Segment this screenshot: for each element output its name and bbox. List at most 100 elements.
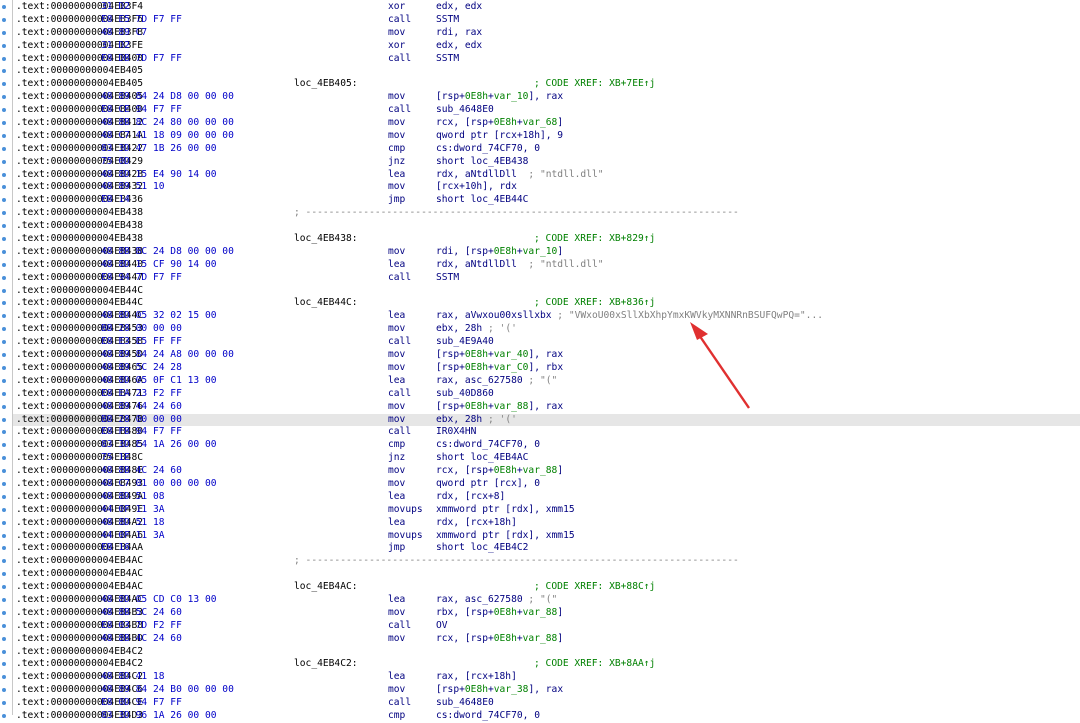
operands[interactable]: sub_40D860 (436, 388, 494, 401)
code-row[interactable]: .text:00000000004EB432 48 89 51 10 mov [rcx… (2, 181, 1080, 194)
code-row[interactable]: .text:00000000004EB46A 48 8D 05 0F C1 13 … (2, 375, 1080, 388)
operands[interactable]: cs:dword_74CF70, 0 (436, 710, 540, 723)
operands[interactable]: cs:dword_74CF70, 0 (436, 143, 540, 156)
operands[interactable]: sub_4E9A40 (436, 336, 494, 349)
code-row[interactable]: .text:00000000004EB4AC (2, 568, 1080, 581)
code-label[interactable]: loc_4EB438: (294, 233, 358, 246)
address[interactable]: .text:00000000004EB44C (16, 297, 143, 310)
code-row[interactable]: .text:00000000004EB44C 48 8D 05 32 02 15 … (2, 310, 1080, 323)
operands[interactable]: rdi, [rsp+0E8h+var_10] (436, 246, 563, 259)
operands[interactable]: rdx, aNtdllDll ; "ntdll.dll" (436, 169, 604, 182)
code-row[interactable]: .text:00000000004EB429 75 0D jnz short loc_… (2, 156, 1080, 169)
code-row[interactable]: .text:00000000004EB440 48 8D 15 CF 90 14 … (2, 259, 1080, 272)
code-row[interactable]: .text:00000000004EB4CE E8 0D 94 F7 FF call… (2, 697, 1080, 710)
code-label[interactable]: loc_4EB44C: (294, 297, 358, 310)
address[interactable]: .text:00000000004EB438 (16, 207, 143, 220)
code-row[interactable]: .text:00000000004EB3F6 E8 E5 7D F7 FF call… (2, 14, 1080, 27)
code-row[interactable]: .text:00000000004EB438 48 8B BC 24 D8 00 … (2, 246, 1080, 259)
code-row[interactable]: .text:00000000004EB400 E8 DB 7D F7 FF call… (2, 53, 1080, 66)
label-row[interactable]: .text:00000000004EB405 loc_4EB405: ; CODE … (2, 78, 1080, 91)
label-row[interactable]: .text:00000000004EB438 loc_4EB438: ; CODE … (2, 233, 1080, 246)
code-row[interactable]: .text:00000000004EB4B3 48 8B 5C 24 60 mov r… (2, 607, 1080, 620)
operands[interactable]: rax, asc_627580 ; "(" (436, 375, 557, 388)
operands[interactable]: rax, [rcx+18h] (436, 671, 517, 684)
code-row[interactable]: .text:00000000004EB447 E8 94 7D F7 FF call… (2, 272, 1080, 285)
code-row[interactable]: .text:00000000004EB4C2 (2, 646, 1080, 659)
address[interactable]: .text:00000000004EB4AC (16, 568, 143, 581)
address[interactable]: .text:00000000004EB405 (16, 78, 143, 91)
operands[interactable]: rdx, aNtdllDll ; "ntdll.dll" (436, 259, 604, 272)
xref-comment[interactable]: ; CODE XREF: XB+836↑j (534, 297, 655, 310)
code-row[interactable]: .text:00000000004EB48C 75 1E jnz short loc_… (2, 452, 1080, 465)
xref-comment[interactable]: ; CODE XREF: XB+829↑j (534, 233, 655, 246)
code-row[interactable]: .text:00000000004EB4C2 48 8D 41 18 lea rax,… (2, 671, 1080, 684)
operands[interactable]: short loc_4EB4C2 (436, 542, 528, 555)
operands[interactable]: edx, edx (436, 1, 482, 14)
operands[interactable]: sub_4648E0 (436, 104, 494, 117)
address[interactable]: .text:00000000004EB44C (16, 285, 143, 298)
code-row[interactable]: .text:00000000004EB493 48 C7 01 00 00 00 … (2, 478, 1080, 491)
code-label[interactable]: loc_4EB4AC: (294, 581, 358, 594)
code-row[interactable]: .text:00000000004EB3FE 31 D2 xor edx, edx (2, 40, 1080, 53)
operands[interactable]: rbx, [rsp+0E8h+var_88] (436, 607, 563, 620)
operands[interactable]: rdx, [rcx+8] (436, 491, 505, 504)
operands[interactable]: short loc_4EB44C (436, 194, 528, 207)
code-row[interactable]: .text:00000000004EB476 48 89 44 24 60 mov[… (2, 401, 1080, 414)
code-row[interactable]: .text:00000000004EB42B 48 8D 15 E4 90 14 … (2, 169, 1080, 182)
code-row[interactable]: .text:00000000004EB422 83 3D 47 1B 26 00 … (2, 143, 1080, 156)
operands[interactable]: [rsp+0E8h+var_38], rax (436, 684, 563, 697)
separator-row[interactable]: .text:00000000004EB438 ; ----------------… (2, 207, 1080, 220)
xref-comment[interactable]: ; CODE XREF: XB+88C↑j (534, 581, 655, 594)
code-row[interactable]: .text:00000000004EB485 83 3D E4 1A 26 00 … (2, 439, 1080, 452)
breakpoint-gutter[interactable] (0, 0, 12, 715)
code-row[interactable]: .text:00000000004EB405 (2, 65, 1080, 78)
operands[interactable]: sub_4648E0 (436, 697, 494, 710)
xref-comment[interactable]: ; CODE XREF: XB+7EE↑j (534, 78, 655, 91)
operands[interactable]: rcx, [rsp+0E8h+var_68] (436, 117, 563, 130)
code-row[interactable]: .text:00000000004EB41A 48 C7 41 18 09 00 … (2, 130, 1080, 143)
code-row[interactable]: .text:00000000004EB3F4 31 D2 xor edx, edx (2, 1, 1080, 14)
code-row[interactable]: .text:00000000004EB4C6 48 89 84 24 B0 00 … (2, 684, 1080, 697)
code-row[interactable]: .text:00000000004EB40D E8 CE 94 F7 FF call… (2, 104, 1080, 117)
operands[interactable]: cs:dword_74CF70, 0 (436, 439, 540, 452)
code-row[interactable]: .text:00000000004EB4A2 48 8D 51 18 lea rdx,… (2, 517, 1080, 530)
code-row[interactable]: .text:00000000004EB471 E8 EA 23 F2 FF call… (2, 388, 1080, 401)
operands[interactable]: [rsp+0E8h+var_C0], rbx (436, 362, 563, 375)
code-row[interactable]: .text:00000000004EB436 EB 14 jmp short loc_… (2, 194, 1080, 207)
operands[interactable]: edx, edx (436, 40, 482, 53)
operands[interactable]: [rsp+0E8h+var_10], rax (436, 91, 563, 104)
label-row[interactable]: .text:00000000004EB4C2 loc_4EB4C2: ; CODE … (2, 658, 1080, 671)
code-row[interactable]: .text:00000000004EB480 E8 FB 94 F7 FF call… (2, 426, 1080, 439)
address[interactable]: .text:00000000004EB438 (16, 233, 143, 246)
address[interactable]: .text:00000000004EB438 (16, 220, 143, 233)
operands[interactable]: SSTM (436, 272, 459, 285)
code-label[interactable]: loc_4EB405: (294, 78, 358, 91)
address[interactable]: .text:00000000004EB405 (16, 65, 143, 78)
operands[interactable]: rcx, [rsp+0E8h+var_88] (436, 633, 563, 646)
code-row[interactable]: .text:00000000004EB405 48 89 84 24 D8 00 … (2, 91, 1080, 104)
code-row[interactable]: .text:00000000004EB44C (2, 285, 1080, 298)
label-row[interactable]: .text:00000000004EB4AC loc_4EB4AC: ; CODE … (2, 581, 1080, 594)
code-row[interactable]: .text:00000000004EB45D 48 89 84 24 A8 00 … (2, 349, 1080, 362)
operands[interactable]: rax, asc_627580 ; "(" (436, 594, 557, 607)
operands[interactable]: short loc_4EB438 (436, 156, 528, 169)
operands[interactable]: rax, aVwxou00xsllxbx ; "VWxoU00xSllXbXhp… (436, 310, 823, 323)
operands[interactable]: OV (436, 620, 448, 633)
operands[interactable]: ebx, 28h ; '(' (436, 414, 517, 427)
code-row[interactable]: .text:00000000004EB3FB 48 89 C7 mov rdi, ra… (2, 27, 1080, 40)
code-label[interactable]: loc_4EB4C2: (294, 658, 358, 671)
code-row[interactable]: .text:00000000004EB458 E8 E3 E5 FF FF call… (2, 336, 1080, 349)
disassembly-listing[interactable]: .text:00000000004EB3F4 31 D2 xor edx, edx .t… (2, 1, 1080, 723)
operands[interactable]: xmmword ptr [rdx], xmm15 (436, 504, 575, 517)
address[interactable]: .text:00000000004EB4C2 (16, 646, 143, 659)
operands[interactable]: SSTM (436, 14, 459, 27)
operands[interactable]: [rcx+10h], rdx (436, 181, 517, 194)
operands[interactable]: IR0X4HN (436, 426, 476, 439)
operands[interactable]: rdi, rax (436, 27, 482, 40)
operands[interactable]: [rsp+0E8h+var_40], rax (436, 349, 563, 362)
code-row[interactable]: .text:00000000004EB4AC 48 8D 05 CD C0 13 … (2, 594, 1080, 607)
code-row[interactable]: .text:00000000004EB465 48 89 5C 24 28 mov[… (2, 362, 1080, 375)
operands[interactable]: xmmword ptr [rdx], xmm15 (436, 530, 575, 543)
operands[interactable]: qword ptr [rcx+18h], 9 (436, 130, 563, 143)
separator-row[interactable]: .text:00000000004EB4AC ; ----------------… (2, 555, 1080, 568)
